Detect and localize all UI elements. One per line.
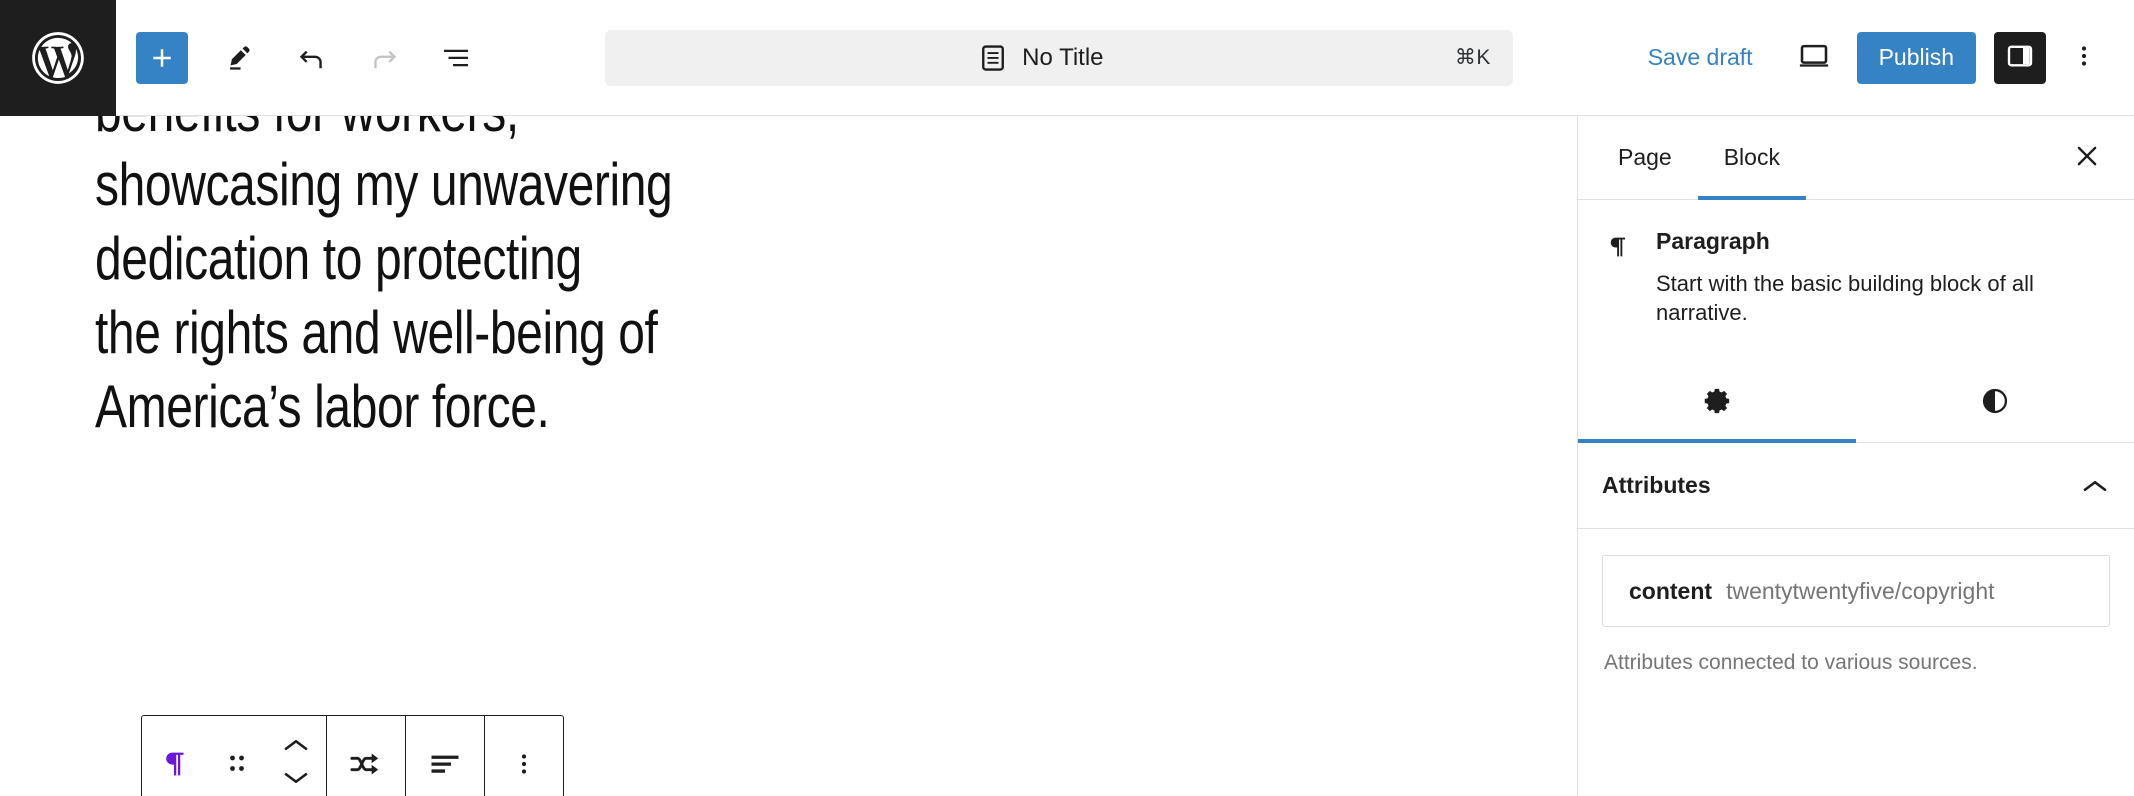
styles-tab[interactable] — [1856, 363, 2134, 442]
tab-block[interactable]: Block — [1697, 116, 1807, 200]
drag-dots-icon — [225, 749, 249, 779]
block-toolbar-group-align — [406, 716, 485, 796]
wordpress-logo-icon — [27, 27, 89, 89]
attributes-panel-header[interactable]: Attributes — [1578, 443, 2134, 530]
paragraph-line[interactable]: showcasing my unwavering — [95, 148, 887, 222]
tab-page[interactable]: Page — [1592, 116, 1698, 199]
undo-arrow-icon — [294, 40, 330, 76]
block-toolbar — [141, 715, 564, 796]
post-content-area[interactable]: benefits for workers, showcasing my unwa… — [95, 116, 885, 444]
attribute-key: content — [1629, 577, 1713, 604]
header-tools-group — [116, 26, 488, 90]
chevron-down-icon[interactable] — [281, 769, 311, 792]
settings-panel-icon — [2005, 41, 2035, 74]
block-title: Paragraph — [1656, 228, 1770, 254]
block-toolbar-group-primary — [142, 716, 327, 796]
three-dots-vertical-icon — [513, 749, 535, 779]
three-dots-vertical-icon — [2071, 41, 2097, 74]
save-draft-button[interactable]: Save draft — [1630, 30, 1771, 85]
block-connection-button[interactable] — [329, 717, 403, 796]
block-toolbar-group-connections — [327, 716, 406, 796]
chevron-up-icon[interactable] — [281, 736, 311, 759]
drag-handle[interactable] — [206, 717, 268, 796]
undo-button[interactable] — [280, 26, 344, 90]
wordpress-logo-button[interactable] — [0, 0, 116, 116]
command-bar[interactable]: No Title ⌘K — [604, 29, 1513, 86]
desktop-preview-icon — [1796, 38, 1832, 77]
attributes-help-text: Attributes connected to various sources. — [1604, 651, 1978, 675]
pilcrow-icon — [1604, 228, 1638, 327]
align-text-button[interactable] — [408, 717, 482, 796]
pencil-icon — [223, 41, 257, 75]
settings-sidebar: Page Block Paragraph Start with the basi… — [1577, 116, 2134, 796]
paragraph-line[interactable]: the rights and well-being of — [95, 296, 887, 370]
shuffle-arrows-icon — [347, 747, 385, 781]
attributes-panel-body: content twentytwentyfive/copyright Attri… — [1578, 529, 2134, 675]
editor-header: No Title ⌘K Save draft Publish — [0, 0, 2134, 116]
block-info-card: Paragraph Start with the basic building … — [1578, 200, 2134, 341]
paragraph-line[interactable]: America’s labor force. — [95, 370, 887, 444]
paragraph-line[interactable]: benefits for workers, — [95, 116, 887, 148]
attributes-panel-title: Attributes — [1602, 472, 1711, 499]
command-bar-title: No Title — [1022, 43, 1104, 71]
gear-icon — [1700, 384, 1734, 421]
contrast-half-circle-icon — [1979, 385, 2011, 420]
document-icon — [978, 43, 1008, 73]
move-up-down-buttons[interactable] — [268, 717, 324, 796]
settings-sidebar-toggle-button[interactable] — [1994, 31, 2046, 84]
block-info-text: Paragraph Start with the basic building … — [1656, 228, 2108, 327]
plus-icon — [147, 43, 177, 73]
sidebar-tablist: Page Block — [1578, 116, 2134, 200]
block-toolbar-group-options — [485, 716, 563, 796]
publish-button[interactable]: Publish — [1856, 31, 1976, 84]
command-bar-wrapper: No Title ⌘K — [488, 29, 1630, 86]
align-text-icon — [427, 751, 463, 777]
editor-canvas[interactable]: benefits for workers, showcasing my unwa… — [0, 116, 1577, 796]
paragraph-line[interactable]: dedication to protecting — [95, 222, 887, 296]
editor-options-button[interactable] — [2056, 28, 2112, 88]
pilcrow-icon — [158, 747, 192, 781]
chevron-up-icon[interactable] — [2080, 477, 2110, 495]
block-description: Start with the basic building block of a… — [1656, 271, 2034, 326]
attribute-value: twentytwentyfive/copyright — [1726, 577, 1995, 604]
header-actions-group: Save draft Publish — [1630, 27, 2134, 89]
tools-edit-button[interactable] — [208, 26, 272, 90]
close-x-icon — [2072, 141, 2102, 174]
close-sidebar-button[interactable] — [2058, 129, 2116, 187]
redo-button[interactable] — [352, 26, 416, 90]
add-block-button[interactable] — [136, 31, 188, 84]
redo-arrow-icon — [366, 40, 402, 76]
preview-button[interactable] — [1783, 27, 1845, 89]
block-type-paragraph-button[interactable] — [144, 717, 206, 796]
attribute-content-row[interactable]: content twentytwentyfive/copyright — [1602, 555, 2110, 628]
document-overview-button[interactable] — [424, 26, 488, 90]
list-view-icon — [438, 40, 474, 76]
sidebar-subtablist — [1578, 363, 2134, 444]
wordpress-block-editor: No Title ⌘K Save draft Publish showcasin… — [0, 0, 2134, 796]
settings-tab[interactable] — [1578, 363, 1856, 444]
block-options-button[interactable] — [487, 717, 561, 796]
command-bar-shortcut: ⌘K — [1454, 46, 1491, 69]
command-bar-center: No Title — [627, 43, 1455, 73]
